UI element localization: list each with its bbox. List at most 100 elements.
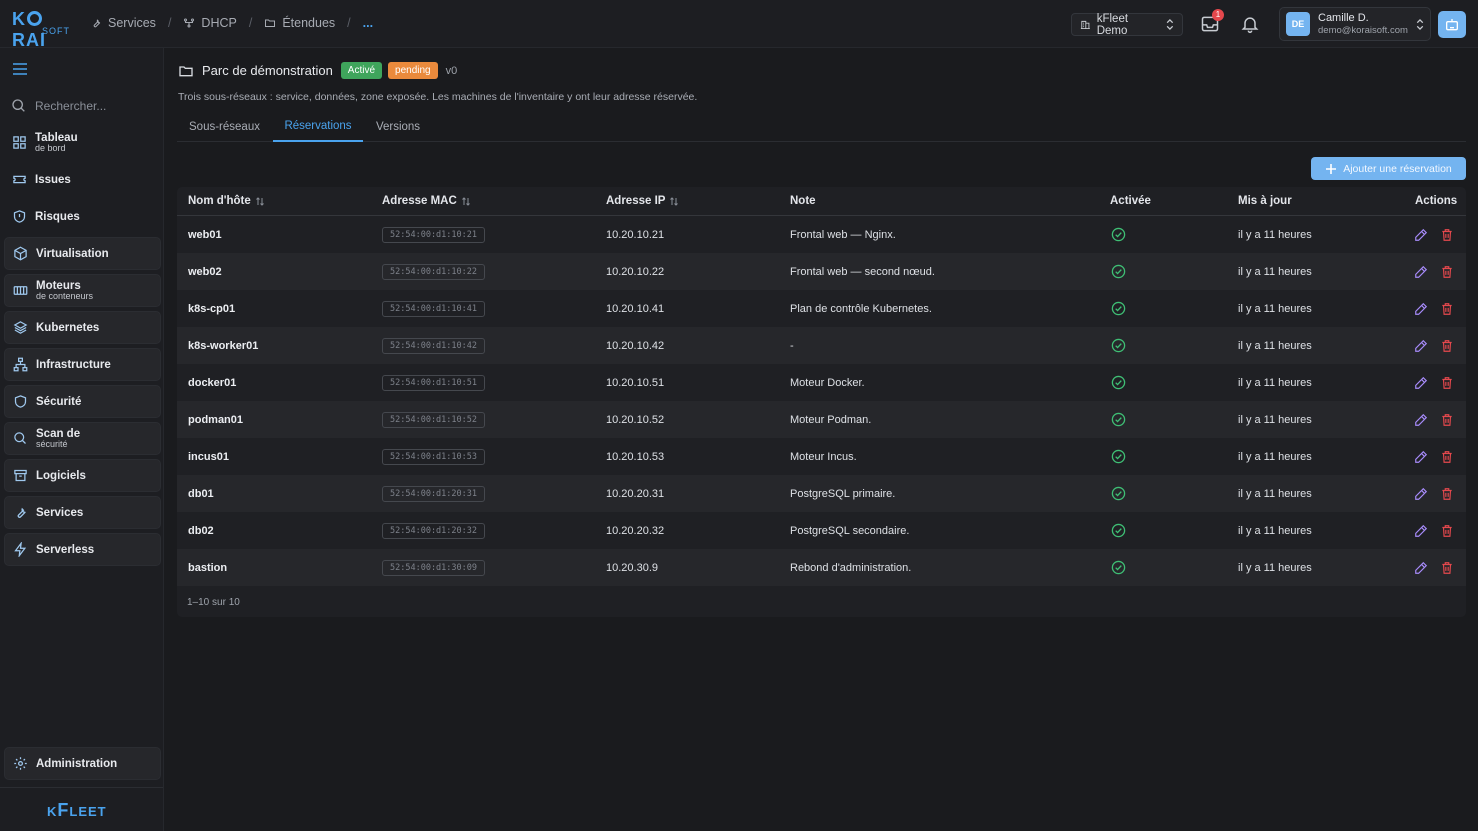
table-row[interactable]: db01 52:54:00:d1:20:31 10.20.20.31 PostgreS… <box>177 475 1466 512</box>
table-row[interactable]: db02 52:54:00:d1:20:32 10.20.20.32 PostgreS… <box>177 512 1466 549</box>
trash-icon[interactable] <box>1440 376 1454 390</box>
table-row[interactable]: k8s-cp01 52:54:00:d1:10:41 10.20.10.41 Plan… <box>177 290 1466 327</box>
organization-select[interactable]: kFleet Demo <box>1071 13 1183 37</box>
breadcrumb-dhcp[interactable]: DHCP <box>183 16 237 30</box>
bell-icon[interactable] <box>1240 14 1260 34</box>
mac-cell: 52:54:00:d1:10:42 <box>382 327 485 364</box>
actions-cell <box>1414 253 1454 290</box>
actions-cell <box>1414 401 1454 438</box>
breadcrumb-services[interactable]: Services <box>90 16 156 30</box>
sidebar-item-securite[interactable]: Sécurité <box>4 385 161 418</box>
trash-icon[interactable] <box>1440 302 1454 316</box>
enabled-cell <box>1111 364 1126 401</box>
table-row[interactable]: incus01 52:54:00:d1:10:53 10.20.10.53 Moteu… <box>177 438 1466 475</box>
table-row[interactable]: podman01 52:54:00:d1:10:52 10.20.10.52 Mote… <box>177 401 1466 438</box>
add-reservation-button[interactable]: Ajouter une réservation <box>1311 157 1466 180</box>
trash-icon[interactable] <box>1440 339 1454 353</box>
assistant-button[interactable] <box>1438 11 1466 38</box>
sidebar-item-label: Risques <box>35 210 80 223</box>
breadcrumb-label: Étendues <box>282 16 336 30</box>
trash-icon[interactable] <box>1440 524 1454 538</box>
edit-icon[interactable] <box>1414 376 1428 390</box>
note-cell: Frontal web — second nœud. <box>790 265 935 278</box>
sidebar-item-issues[interactable]: Issues <box>4 163 161 196</box>
ip-cell: 10.20.20.31 <box>606 487 665 500</box>
enabled-cell <box>1111 327 1126 364</box>
breadcrumb-label: Services <box>108 16 156 30</box>
tab-versions[interactable]: Versions <box>365 112 431 142</box>
updated-cell: il y a 11 heures <box>1238 524 1312 537</box>
menu-icon[interactable] <box>12 61 28 77</box>
dashboard-icon <box>13 136 26 149</box>
table-header: Nom d'hôte Adresse MAC Adresse IP Note A… <box>177 187 1466 216</box>
edit-icon[interactable] <box>1414 450 1428 464</box>
edit-icon[interactable] <box>1414 302 1428 316</box>
mac-cell: 52:54:00:d1:10:51 <box>382 364 485 401</box>
trash-icon[interactable] <box>1440 228 1454 242</box>
mac-address: 52:54:00:d1:10:41 <box>382 300 485 317</box>
column-hostname[interactable]: Nom d'hôte <box>188 195 264 207</box>
edit-icon[interactable] <box>1414 413 1428 427</box>
hostname-cell: k8s-worker01 <box>188 339 259 352</box>
sidebar-item-virtualisation[interactable]: Virtualisation <box>4 237 161 270</box>
edit-icon[interactable] <box>1414 228 1428 242</box>
sidebar-item-dashboard[interactable]: Tableau de bord <box>4 126 161 159</box>
note-cell: Moteur Incus. <box>790 450 857 463</box>
scan-icon <box>14 432 26 444</box>
sidebar-item-moteurs[interactable]: Moteurs de conteneurs <box>4 274 161 307</box>
building-icon <box>1080 20 1090 29</box>
column-mac[interactable]: Adresse MAC <box>382 195 470 207</box>
trash-icon[interactable] <box>1440 450 1454 464</box>
sidebar-item-serverless[interactable]: Serverless <box>4 533 161 566</box>
sidebar-item-services[interactable]: Services <box>4 496 161 529</box>
folder-icon <box>179 65 193 76</box>
updated-cell: il y a 11 heures <box>1238 265 1312 278</box>
version-label: v0 <box>445 64 458 77</box>
mac-cell: 52:54:00:d1:10:41 <box>382 290 485 327</box>
edit-icon[interactable] <box>1414 339 1428 353</box>
tab-reservations[interactable]: Réservations <box>273 112 363 142</box>
edit-icon[interactable] <box>1414 487 1428 501</box>
check-circle-icon <box>1111 227 1126 242</box>
tab-sous-reseaux[interactable]: Sous-réseaux <box>177 112 272 142</box>
breadcrumb-etendues[interactable]: Étendues <box>264 16 335 30</box>
column-ip[interactable]: Adresse IP <box>606 195 679 207</box>
sidebar-item-risques[interactable]: Risques <box>4 200 161 233</box>
check-circle-icon <box>1111 486 1126 501</box>
sidebar-item-logiciels[interactable]: Logiciels <box>4 459 161 492</box>
sort-icon <box>670 196 679 206</box>
mac-cell: 52:54:00:d1:20:32 <box>382 512 485 549</box>
sidebar-item-administration[interactable]: Administration <box>4 747 161 780</box>
add-reservation-label: Ajouter une réservation <box>1343 162 1452 175</box>
column-label: Adresse MAC <box>382 195 457 207</box>
trash-icon[interactable] <box>1440 265 1454 279</box>
mac-cell: 52:54:00:d1:10:21 <box>382 216 485 253</box>
breadcrumb-ellipsis[interactable]: ... <box>363 16 373 30</box>
edit-icon[interactable] <box>1414 524 1428 538</box>
table-row[interactable]: k8s-worker01 52:54:00:d1:10:42 10.20.10.42… <box>177 327 1466 364</box>
pending-badge: pending <box>388 62 438 79</box>
edit-icon[interactable] <box>1414 265 1428 279</box>
sidebar-item-label: Logiciels <box>36 469 86 482</box>
trash-icon[interactable] <box>1440 413 1454 427</box>
ip-cell: 10.20.10.42 <box>606 339 665 352</box>
sidebar-item-infrastructure[interactable]: Infrastructure <box>4 348 161 381</box>
user-menu[interactable]: DE Camille D. demo@koraisoft.com <box>1279 7 1431 41</box>
sidebar-item-label: Kubernetes <box>36 321 100 334</box>
table-row[interactable]: docker01 52:54:00:d1:10:51 10.20.10.51 Mote… <box>177 364 1466 401</box>
updated-cell: il y a 11 heures <box>1238 413 1312 426</box>
search-placeholder: Rechercher... <box>35 99 107 113</box>
column-label: Nom d'hôte <box>188 195 251 207</box>
edit-icon[interactable] <box>1414 561 1428 575</box>
note-cell: Plan de contrôle Kubernetes. <box>790 302 932 315</box>
brand-logo[interactable]: KRAI SOFT <box>12 9 72 50</box>
table-row[interactable]: web01 52:54:00:d1:10:21 10.20.10.21 Frontal… <box>177 216 1466 253</box>
table-row[interactable]: bastion 52:54:00:d1:30:09 10.20.30.9 Rebond… <box>177 549 1466 586</box>
trash-icon[interactable] <box>1440 487 1454 501</box>
table-row[interactable]: web02 52:54:00:d1:10:22 10.20.10.22 Frontal… <box>177 253 1466 290</box>
sidebar-item-kubernetes[interactable]: Kubernetes <box>4 311 161 344</box>
mac-cell: 52:54:00:d1:10:52 <box>382 401 485 438</box>
trash-icon[interactable] <box>1440 561 1454 575</box>
sidebar-search[interactable]: Rechercher... <box>11 98 106 114</box>
sidebar-item-scan[interactable]: Scan de sécurité <box>4 422 161 455</box>
